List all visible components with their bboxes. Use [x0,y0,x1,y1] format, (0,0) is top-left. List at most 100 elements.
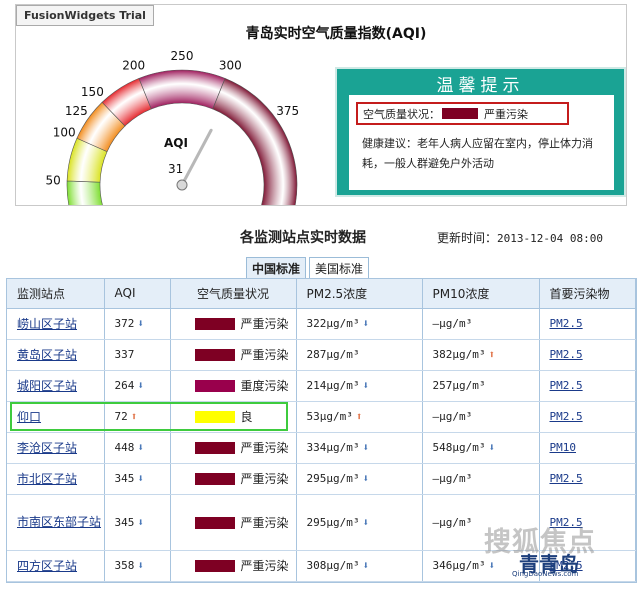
primary-pollutant-link[interactable]: PM2.5 [550,348,583,361]
aqi-cell: 358 ⬇ [104,550,171,582]
quality-cell: 重度污染 [170,370,297,402]
trend-down-icon: ⬇ [362,559,370,572]
gauge-tick-label: 200 [122,58,145,72]
update-time: 更新时间：2013-12-04 08:00 [437,229,603,246]
trend-down-icon: ⬇ [362,441,370,454]
quality-color-swatch [194,349,235,361]
quality-cell: 严重污染 [170,308,297,340]
primary-pollutant-cell: PM2.5 [539,401,636,433]
gauge-tick-label: 250 [171,49,194,63]
trend-down-icon: ⬇ [137,515,144,529]
header-primary-pollutant: 首要污染物 [539,279,636,309]
quality-cell: 严重污染 [170,339,297,371]
aqi-cell: 264 ⬇ [104,370,171,402]
trend-down-icon: ⬇ [137,379,144,392]
pm10-value: —μg/m³ [432,317,473,330]
station-link[interactable]: 李沧区子站 [17,441,77,455]
table-row: 黄岛区子站 337 严重污染 287μg/m³ 382μg/m³ ⬆ PM2.5 [7,339,636,371]
aqi-cell: 448 ⬇ [104,432,171,464]
trend-down-icon: ⬇ [488,441,496,454]
aqi-cell: 337 [104,339,171,371]
primary-pollutant-cell: PM10 [539,432,636,464]
status-label: 空气质量状况： [363,108,440,121]
gauge-hub [176,179,188,191]
primary-pollutant-cell: PM2.5 [539,463,636,495]
pm25-cell: 334μg/m³ ⬇ [296,432,423,464]
pm25-cell: 214μg/m³ ⬇ [296,370,423,402]
pm25-cell: 53μg/m³ ⬆ [296,401,423,433]
pm25-value: 53μg/m³ [306,410,353,423]
station-link[interactable]: 市北区子站 [17,472,77,486]
primary-pollutant-link[interactable]: PM2.5 [550,410,583,423]
pm25-value: 308μg/m³ [306,559,360,572]
aqi-value: 358 [114,559,135,572]
notice-box: 温馨提示 空气质量状况： 严重污染 健康建议：老年人病人应留在室内，停止体力消耗，… [335,67,626,197]
primary-pollutant-link[interactable]: PM2.5 [550,317,583,330]
aqi-value: 345 [114,515,135,529]
station-link[interactable]: 黄岛区子站 [17,348,77,362]
quality-cell: 严重污染 [170,550,297,582]
table-row: 城阳区子站 264 ⬇ 重度污染 214μg/m³ ⬇ 257μg/m³ PM2.5 [7,370,636,402]
pm10-cell: —μg/m³ [422,308,540,340]
station-cell: 城阳区子站 [7,370,105,402]
status-line: 空气质量状况： 严重污染 [356,102,569,125]
aqi-cell: 372 ⬇ [104,308,171,340]
quality-color-swatch [194,560,235,572]
pm10-cell: —μg/m³ [422,463,540,495]
quality-cell: 严重污染 [170,494,297,551]
station-link[interactable]: 崂山区子站 [17,317,77,331]
header-aqi: AQI [104,279,171,309]
trend-down-icon: ⬇ [362,472,370,485]
pm10-cell: 548μg/m³ ⬇ [422,432,540,464]
gauge-band [138,69,226,110]
aqi-value: 337 [114,348,135,361]
header-station: 监测站点 [7,279,105,309]
quality-cell: 严重污染 [170,432,297,464]
tab-china-standard[interactable]: 中国标准 [246,257,307,279]
status-color-swatch [442,108,478,119]
aqi-cell: 345 ⬇ [104,463,171,495]
aqi-value: 372 [114,317,135,330]
update-label: 更新时间： [437,231,498,245]
aqi-gauge: 050100125150200250300375500AQI31 [45,49,299,205]
primary-pollutant-cell: PM2.5 [539,339,636,371]
header-quality: 空气质量状况 [170,279,297,309]
pm10-value: 346μg/m³ [432,559,486,572]
gauge-tick-label: 100 [53,126,76,140]
standard-tabs: 中国标准 美国标准 [246,257,372,279]
pm25-value: 295μg/m³ [306,472,360,485]
trend-down-icon: ⬇ [137,472,144,485]
gauge-panel: FusionWidgets Trial 青岛实时空气质量指数(AQI) 0501… [15,4,627,206]
quality-label: 严重污染 [240,317,289,331]
station-cell: 李沧区子站 [7,432,105,464]
tab-us-standard[interactable]: 美国标准 [309,257,370,279]
aqi-cell: 345 ⬇ [104,494,171,551]
station-link[interactable]: 城阳区子站 [17,379,77,393]
primary-pollutant-link[interactable]: PM10 [550,441,577,454]
pm10-cell: 382μg/m³ ⬆ [422,339,540,371]
primary-pollutant-link[interactable]: PM2.5 [550,472,583,485]
pm25-value: 214μg/m³ [306,379,360,392]
gauge-tick-label: 50 [45,173,60,187]
watermark-line3: QingDaoNews.com [512,570,579,578]
pm25-value: 322μg/m³ [306,317,360,330]
station-link[interactable]: 市南区东部子站 [17,515,101,529]
highlight-box [10,402,288,431]
pm10-value: —μg/m³ [432,515,473,529]
quality-label: 重度污染 [240,379,289,393]
pm10-value: 382μg/m³ [432,348,486,361]
pm25-value: 287μg/m³ [306,348,360,361]
quality-label: 严重污染 [240,472,289,486]
station-cell: 市南区东部子站 [7,494,105,551]
pm25-value: 334μg/m³ [306,441,360,454]
gauge-band [212,77,298,205]
pm10-value: —μg/m³ [432,410,473,423]
pm25-cell: 295μg/m³ ⬇ [296,494,423,551]
station-link[interactable]: 四方区子站 [17,559,77,573]
pm10-value: 548μg/m³ [432,441,486,454]
quality-label: 严重污染 [240,559,289,573]
station-cell: 黄岛区子站 [7,339,105,371]
update-time-value: 2013-12-04 08:00 [497,232,603,245]
aqi-value: 345 [114,472,135,485]
primary-pollutant-link[interactable]: PM2.5 [550,379,583,392]
